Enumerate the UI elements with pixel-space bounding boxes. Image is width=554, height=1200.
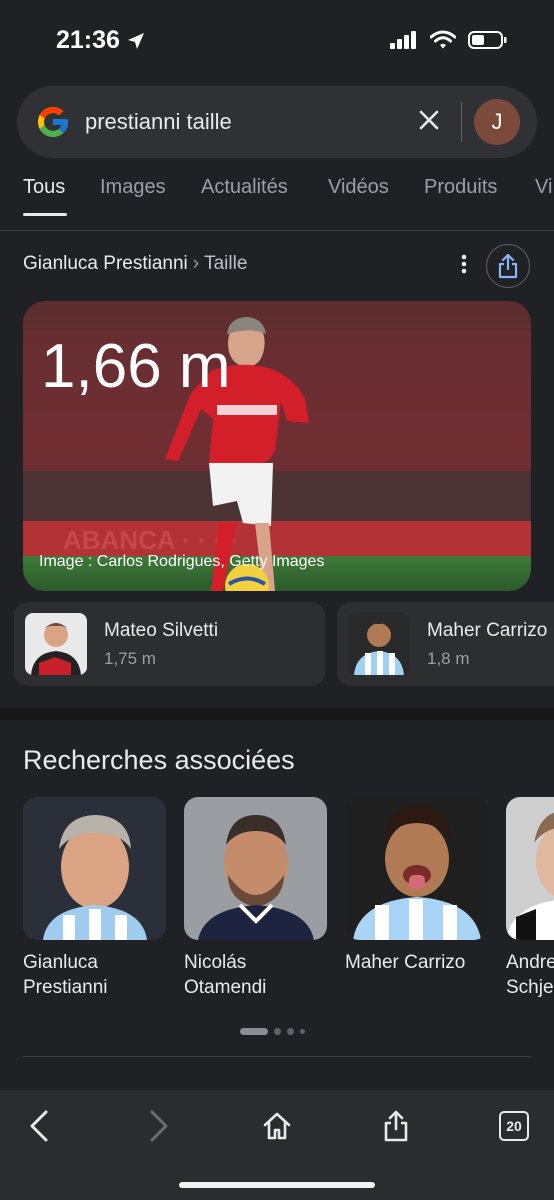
battery-icon: [468, 31, 507, 49]
related-search-line1: Maher Carrizo: [345, 952, 466, 973]
tabs-button[interactable]: 20: [494, 1106, 534, 1146]
cellular-signal-icon: [390, 31, 416, 49]
tab-actualites[interactable]: Actualités: [201, 176, 288, 199]
status-time: 21:36: [56, 26, 146, 55]
player-thumbnail: [25, 613, 87, 675]
svg-text:ABANCA · · · ·: ABANCA · · · ·: [63, 525, 238, 555]
share-icon: [498, 253, 518, 279]
breadcrumb-attribute: Taille: [204, 253, 248, 274]
breadcrumb: Gianluca Prestianni › Taille: [23, 253, 247, 275]
player-name: Maher Carrizo: [427, 620, 548, 641]
share-button[interactable]: [486, 244, 530, 288]
home-icon: [263, 1112, 291, 1140]
related-search-line2: Prestianni: [23, 977, 108, 998]
related-search-line2: Otamendi: [184, 977, 267, 998]
related-search-line1: Andre: [506, 952, 554, 973]
player-height: 1,8 m: [427, 649, 470, 668]
breadcrumb-entity[interactable]: Gianluca Prestianni: [23, 253, 188, 274]
account-avatar[interactable]: J: [474, 99, 520, 145]
location-arrow-icon: [127, 32, 144, 49]
home-indicator: [179, 1182, 375, 1188]
tab-tous[interactable]: Tous: [23, 176, 65, 199]
status-indicators: [390, 30, 508, 50]
google-logo-icon: [38, 107, 68, 137]
tab-videos[interactable]: Vidéos: [328, 176, 389, 199]
page-dot: [300, 1029, 305, 1034]
share-icon: [384, 1110, 408, 1142]
breadcrumb-separator: ›: [192, 253, 200, 274]
height-value: 1,66 m: [41, 332, 231, 401]
forward-button[interactable]: [138, 1106, 178, 1146]
answer-card[interactable]: ABANCA · · · · 1,66 m Image : Carlos Rod…: [23, 301, 531, 591]
tab-overflow[interactable]: Vi: [535, 176, 552, 199]
related-height-card[interactable]: Maher Carrizo 1,8 m: [337, 602, 554, 686]
related-search-image: [345, 797, 488, 940]
more-options-icon[interactable]: [454, 252, 474, 276]
related-search-line1: Gianluca: [23, 952, 98, 973]
tab-count: 20: [499, 1111, 529, 1141]
chevron-left-icon: [30, 1110, 48, 1142]
related-search-image: [506, 797, 554, 940]
page-dot: [274, 1028, 281, 1035]
page-dot: [287, 1028, 294, 1035]
section-divider: [0, 708, 554, 720]
related-search-image: [184, 797, 327, 940]
chevron-right-icon: [150, 1110, 168, 1142]
section-divider: [23, 1056, 531, 1057]
tab-images[interactable]: Images: [100, 176, 166, 199]
tabs-divider: [0, 230, 554, 231]
search-box[interactable]: prestianni taille J: [17, 86, 537, 158]
player-height: 1,75 m: [104, 649, 156, 668]
related-search-image: [23, 797, 166, 940]
active-tab-indicator: [23, 213, 67, 216]
related-search-line2: Schje: [506, 977, 554, 998]
search-tabs: Tous Images Actualités Vidéos Produits V…: [0, 176, 554, 228]
related-height-card[interactable]: Mateo Silvetti 1,75 m: [14, 602, 325, 686]
wifi-icon: [430, 30, 456, 49]
image-credit: Image : Carlos Rodrigues, Getty Images: [39, 553, 325, 570]
page-dot-active: [240, 1028, 268, 1035]
related-search-line1: Nicolás: [184, 952, 247, 973]
related-search-card[interactable]: Gianluca Prestianni: [23, 797, 166, 1000]
home-button[interactable]: [257, 1106, 297, 1146]
player-name: Mateo Silvetti: [104, 620, 219, 641]
carousel-page-indicator: [240, 1028, 305, 1035]
back-button[interactable]: [20, 1106, 60, 1146]
player-thumbnail: [348, 613, 410, 675]
tab-produits[interactable]: Produits: [424, 176, 497, 199]
share-page-button[interactable]: [376, 1106, 416, 1146]
clear-icon[interactable]: [415, 106, 443, 134]
related-searches-title: Recherches associées: [23, 745, 295, 775]
browser-toolbar: 20: [0, 1090, 554, 1200]
related-search-card[interactable]: Andre Schje: [506, 797, 554, 1000]
related-search-card[interactable]: Maher Carrizo: [345, 797, 488, 975]
search-query[interactable]: prestianni taille: [85, 109, 232, 135]
search-divider: [461, 102, 462, 142]
related-search-card[interactable]: Nicolás Otamendi: [184, 797, 327, 1000]
